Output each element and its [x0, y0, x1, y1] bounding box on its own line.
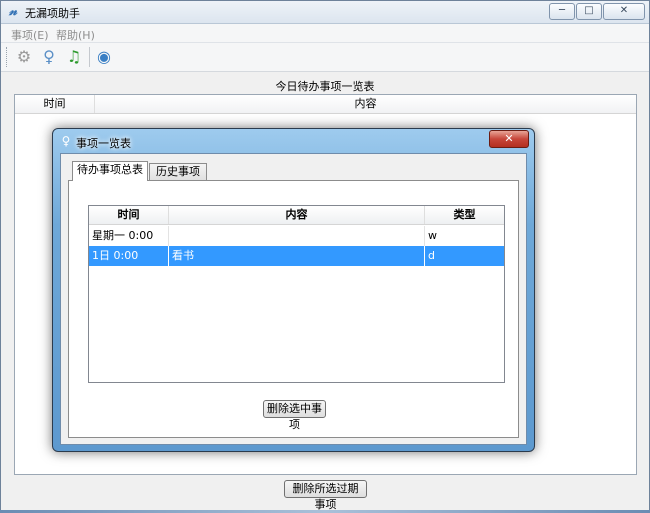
todo-table[interactable]: 时间 内容 类型 星期一 0:00 w 1日 0:00 看书 d	[88, 205, 505, 383]
today-list-title: 今日待办事项一览表	[275, 80, 375, 93]
cell-type: w	[428, 229, 437, 242]
cell-type: d	[428, 249, 435, 262]
dialog-title: 事项一览表	[76, 137, 131, 150]
column-header-time[interactable]: 时间	[15, 95, 95, 113]
toolbar: ⚙ ♀ ♫ ◉	[1, 43, 649, 72]
bulb-icon[interactable]: ♀	[39, 47, 59, 67]
tab-history[interactable]: 历史事项	[149, 163, 207, 180]
music-note-icon[interactable]: ♫	[64, 47, 84, 67]
maximize-button[interactable]: □	[576, 3, 602, 20]
menu-bar: 事项(E) 帮助(H)	[1, 24, 649, 43]
table-row[interactable]: 1日 0:00 看书 d	[89, 246, 504, 266]
delete-expired-button[interactable]: 删除所选过期事项	[284, 480, 367, 511]
cell-time: 星期一 0:00	[89, 226, 169, 246]
menu-item-items[interactable]: 事项(E)	[11, 27, 49, 43]
minimize-button[interactable]: ─	[549, 3, 575, 20]
cell-content: 看书	[169, 246, 425, 266]
column-header-content[interactable]: 内容	[169, 206, 425, 224]
dialog-close-button[interactable]: ✕	[489, 130, 529, 148]
delete-selected-button[interactable]: 删除选中事项	[263, 400, 326, 431]
dialog-title-bar[interactable]: ♀ 事项一览表 ✕	[53, 129, 534, 153]
close-button[interactable]: ✕	[603, 3, 645, 20]
gear-icon[interactable]: ⚙	[14, 47, 34, 67]
list-header: 时间 内容	[15, 95, 636, 114]
title-bar[interactable]: 𝓃 无漏项助手 ─ □ ✕	[1, 1, 649, 24]
toolbar-grip[interactable]	[6, 47, 9, 67]
items-dialog: ♀ 事项一览表 ✕ 待办事项总表 历史事项 时间 内容 类型 星期一 0:00 …	[52, 128, 535, 452]
toolbar-separator	[89, 47, 90, 67]
menu-item-help[interactable]: 帮助(H)	[56, 27, 95, 43]
column-header-content[interactable]: 内容	[95, 95, 636, 113]
todo-table-header: 时间 内容 类型	[89, 206, 504, 225]
tab-todo-summary[interactable]: 待办事项总表	[72, 161, 148, 181]
column-header-time[interactable]: 时间	[89, 206, 169, 224]
tab-panel-todo: 时间 内容 类型 星期一 0:00 w 1日 0:00 看书 d 删除选中事项	[68, 180, 519, 438]
column-header-type[interactable]: 类型	[425, 206, 504, 224]
window-title: 无漏项助手	[25, 7, 80, 20]
dialog-body: 待办事项总表 历史事项 时间 内容 类型 星期一 0:00 w 1日 0:00 …	[60, 153, 527, 445]
app-logo-icon: 𝓃	[8, 4, 17, 19]
table-row[interactable]: 星期一 0:00 w	[89, 226, 504, 246]
cell-time: 1日 0:00	[89, 246, 169, 266]
caption-buttons: ─ □ ✕	[548, 3, 645, 20]
bulb-icon: ♀	[61, 134, 71, 148]
cell-content	[169, 226, 425, 246]
globe-icon[interactable]: ◉	[94, 47, 114, 67]
